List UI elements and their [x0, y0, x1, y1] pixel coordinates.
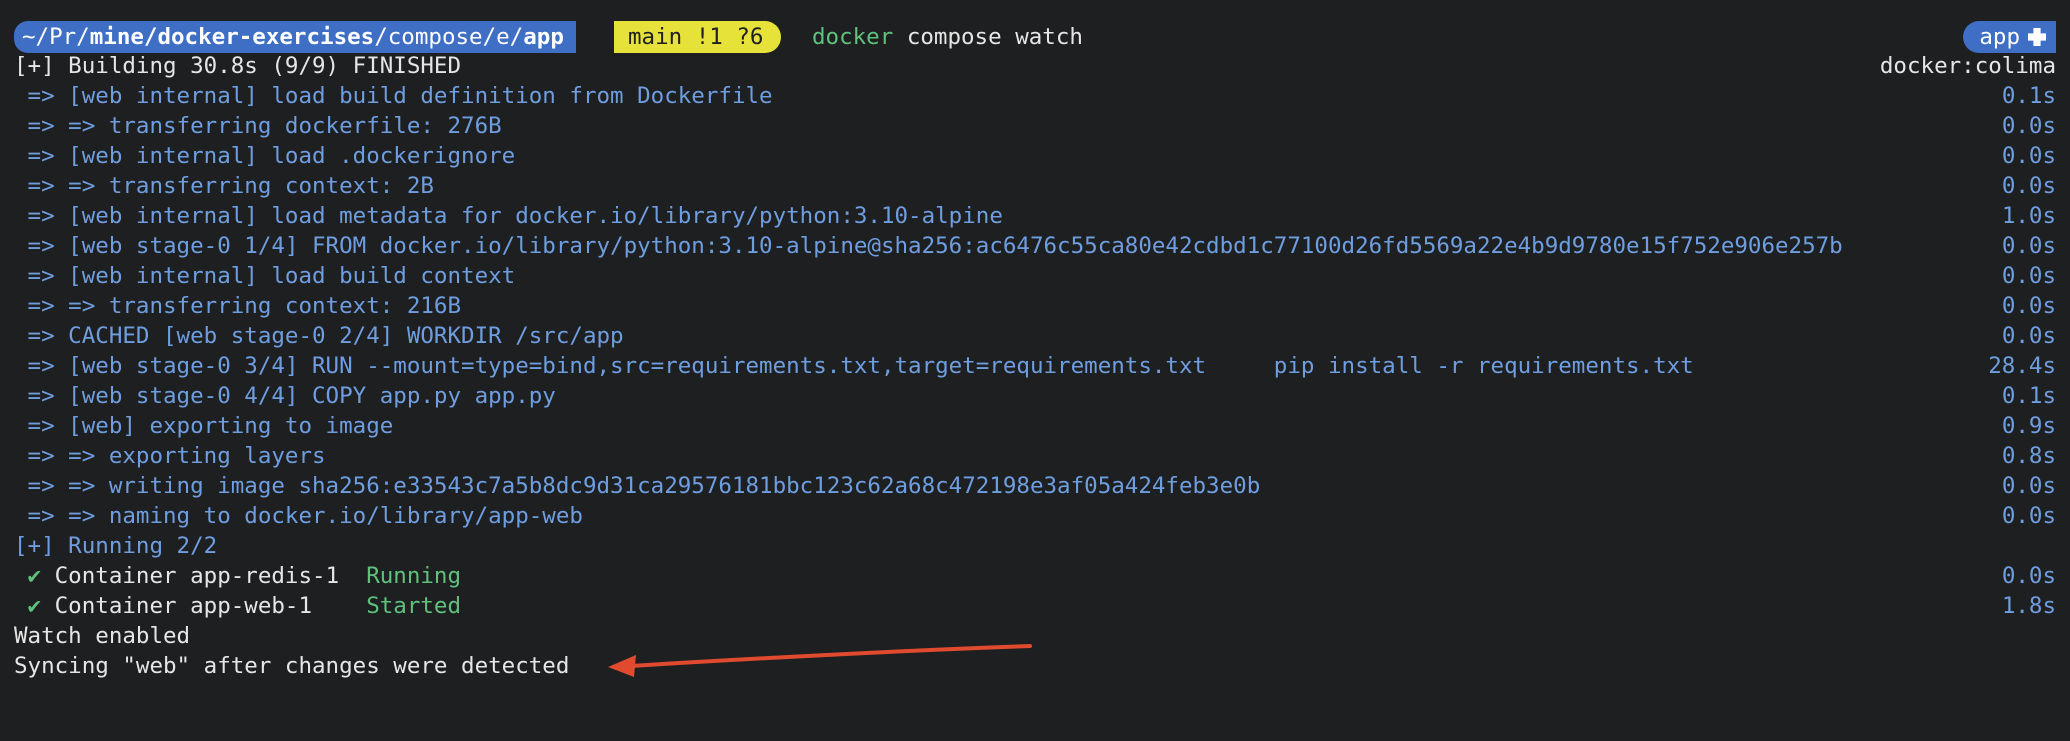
running-header: [+] Running 2/2	[14, 533, 218, 559]
build-step-line: => [web] exporting to image 0.9s	[0, 411, 2070, 441]
step-text: => => transferring context: 216B	[14, 293, 462, 319]
path-prefix: ~/Pr/	[22, 24, 90, 50]
path-bold: mine/docker-exercises	[89, 24, 375, 50]
container-status: Running	[366, 563, 462, 589]
step-text: => => transferring context: 2B	[14, 173, 434, 199]
path-end: app	[523, 24, 564, 50]
step-time: 0.0s	[2001, 233, 2056, 259]
checkmark-icon: ✔	[14, 563, 42, 589]
path-mid: /compose/e/	[374, 24, 524, 50]
step-time: 0.0s	[2001, 473, 2056, 499]
context-badge: app	[1963, 21, 2056, 53]
build-header: [+] Building 30.8s (9/9) FINISHED	[14, 53, 462, 79]
build-step-line: => [web internal] load metadata for dock…	[0, 201, 2070, 231]
build-step-line: => => transferring context: 216B 0.0s	[0, 291, 2070, 321]
build-step-line: => => transferring context: 2B 0.0s	[0, 171, 2070, 201]
step-text: => => exporting layers	[14, 443, 326, 469]
step-time: 28.4s	[1988, 353, 2056, 379]
build-step-line: => CACHED [web stage-0 2/4] WORKDIR /src…	[0, 321, 2070, 351]
build-step-line: => [web internal] load .dockerignore 0.0s	[0, 141, 2070, 171]
build-step-line: => [web stage-0 1/4] FROM docker.io/libr…	[0, 231, 2070, 261]
step-text: => => writing image sha256:e33543c7a5b8d…	[14, 473, 1261, 499]
command-args: compose watch	[893, 24, 1083, 50]
command-word: docker	[812, 24, 894, 50]
build-step-line: => [web internal] load build definition …	[0, 81, 2070, 111]
docker-context: docker:colima	[1879, 53, 2056, 79]
step-time: 0.0s	[2001, 293, 2056, 319]
prompt-path-segment: ~/Pr/mine/docker-exercises/compose/e/app	[14, 21, 576, 53]
container-time: 1.8s	[2001, 593, 2056, 619]
container-name: Container app-redis-1	[41, 563, 367, 589]
context-label: app	[1979, 24, 2020, 50]
step-text: => => naming to docker.io/library/app-we…	[14, 503, 583, 529]
container-status: Started	[366, 593, 462, 619]
step-time: 0.0s	[2001, 113, 2056, 139]
step-text: => [web stage-0 1/4] FROM docker.io/libr…	[14, 233, 1843, 259]
build-step-line: => => exporting layers 0.8s	[0, 441, 2070, 471]
build-step-line: => => transferring dockerfile: 276B 0.0s	[0, 111, 2070, 141]
sync-message: Syncing "web" after changes were detecte…	[14, 653, 570, 679]
step-text: => [web stage-0 3/4] RUN --mount=type=bi…	[14, 353, 1694, 379]
step-time: 0.0s	[2001, 323, 2056, 349]
step-time: 0.0s	[2001, 263, 2056, 289]
prompt-line: ~/Pr/mine/docker-exercises/compose/e/app…	[0, 21, 2070, 53]
docker-icon	[2028, 28, 2046, 46]
step-time: 0.1s	[2001, 383, 2056, 409]
step-time: 0.9s	[2001, 413, 2056, 439]
step-time: 0.0s	[2001, 503, 2056, 529]
running-header-line: [+] Running 2/2	[0, 531, 2070, 561]
step-text: => [web] exporting to image	[14, 413, 394, 439]
checkmark-icon: ✔	[14, 593, 42, 619]
step-time: 0.8s	[2001, 443, 2056, 469]
step-time: 1.0s	[2001, 203, 2056, 229]
step-text: => [web stage-0 4/4] COPY app.py app.py	[14, 383, 556, 409]
step-text: => [web internal] load build definition …	[14, 83, 773, 109]
step-text: => => transferring dockerfile: 276B	[14, 113, 502, 139]
build-step-line: => [web internal] load build context 0.0s	[0, 261, 2070, 291]
command-text: docker compose watch	[812, 21, 1083, 53]
build-step-line: => [web stage-0 3/4] RUN --mount=type=bi…	[0, 351, 2070, 381]
step-time: 0.0s	[2001, 143, 2056, 169]
annotation-arrow-icon	[608, 644, 1032, 677]
step-text: => [web internal] load .dockerignore	[14, 143, 516, 169]
watch-message: Watch enabled	[14, 623, 191, 649]
container-line: ✔ Container app-redis-1 Running 0.0s	[0, 561, 2070, 591]
step-text: => [web internal] load build context	[14, 263, 516, 289]
container-time: 0.0s	[2001, 563, 2056, 589]
container-name: Container app-web-1	[41, 593, 367, 619]
terminal-window[interactable]: ~/Pr/mine/docker-exercises/compose/e/app…	[0, 0, 2070, 688]
step-time: 0.1s	[2001, 83, 2056, 109]
container-line: ✔ Container app-web-1 Started 1.8s	[0, 591, 2070, 621]
build-header-line: [+] Building 30.8s (9/9) FINISHED docker…	[0, 51, 2070, 81]
git-status-segment: main !1 ?6	[614, 21, 782, 53]
step-text: => [web internal] load metadata for dock…	[14, 203, 1003, 229]
build-step-line: => => naming to docker.io/library/app-we…	[0, 501, 2070, 531]
build-step-line: => [web stage-0 4/4] COPY app.py app.py 0…	[0, 381, 2070, 411]
build-step-line: => => writing image sha256:e33543c7a5b8d…	[0, 471, 2070, 501]
step-time: 0.0s	[2001, 173, 2056, 199]
step-text: => CACHED [web stage-0 2/4] WORKDIR /src…	[14, 323, 624, 349]
